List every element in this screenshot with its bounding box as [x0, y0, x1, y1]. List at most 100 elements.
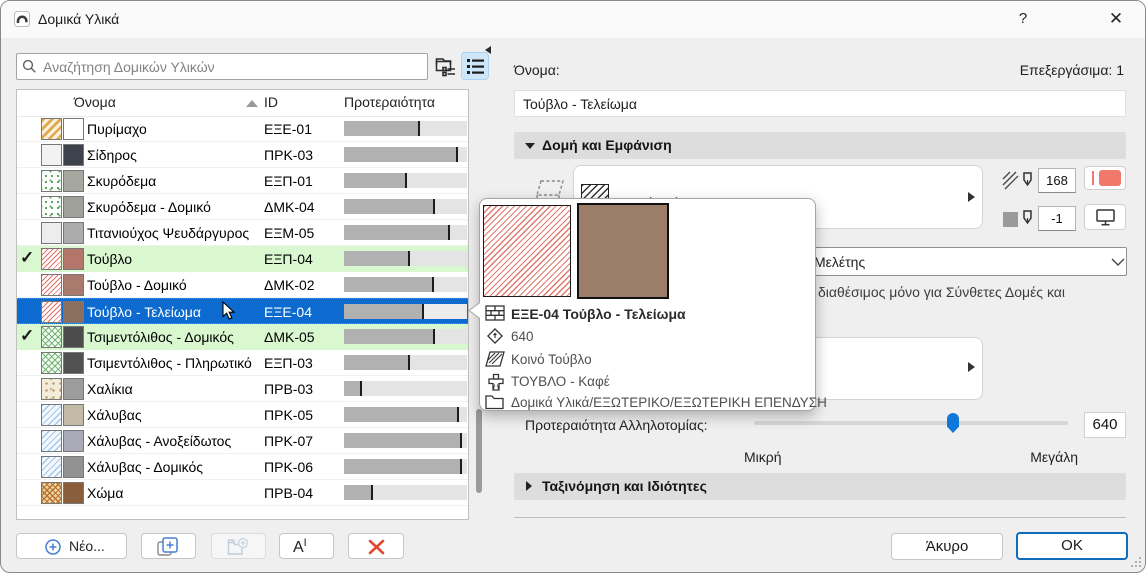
- surface-swatch: [63, 222, 84, 244]
- ok-button[interactable]: OK: [1016, 532, 1128, 560]
- surface-swatch: [63, 404, 84, 426]
- material-row[interactable]: ΣκυρόδεμαΕΞΠ-01: [17, 168, 468, 194]
- tooltip-priority: 640: [511, 329, 534, 344]
- priority-value-field[interactable]: 640: [1084, 412, 1126, 438]
- material-id: ΠΡΒ-04: [264, 485, 313, 501]
- name-label: Όνομα:: [514, 62, 560, 78]
- search-placeholder: Αναζήτηση Δομικών Υλικών: [43, 59, 215, 75]
- material-row[interactable]: ΣίδηροςΠΡΚ-03: [17, 142, 468, 168]
- section-classification-title: Ταξινόμηση και Ιδιότητες: [542, 478, 707, 494]
- section-structure-appearance[interactable]: Δομή και Εμφάνιση: [514, 132, 1126, 159]
- material-row[interactable]: Τιτανιούχος Ψευδάργυρος ΕΞΜ-05: [17, 220, 468, 246]
- material-id: ΕΞΜ-05: [264, 225, 314, 241]
- checkmark-icon: ✓: [20, 248, 38, 268]
- screen-only-button[interactable]: [1084, 204, 1126, 230]
- material-row[interactable]: Τσιμεντόλιθος - ΠληρωτικόΕΞΠ-03: [17, 350, 468, 376]
- material-name: Πυρίμαχο: [87, 121, 147, 137]
- surface-swatch: [63, 430, 84, 452]
- priority-bar: [344, 381, 467, 396]
- priority-slider-track[interactable]: [754, 421, 1068, 425]
- cut-fill-background-pen-icon: [1002, 209, 1036, 231]
- material-name: Τούβλο: [87, 251, 132, 267]
- rename-material-button[interactable]: AI: [279, 533, 334, 559]
- surface-swatch: [63, 482, 84, 504]
- surface-swatch: [63, 301, 84, 323]
- tooltip-surface-name: ΤΟΥΒΛΟ - Καφέ: [511, 374, 610, 389]
- material-name: Χάλυβας - Ανοξείδωτος: [87, 433, 231, 449]
- priority-bar: [344, 304, 467, 319]
- material-row[interactable]: ΧαλίκιαΠΡΒ-03: [17, 376, 468, 402]
- resize-grip[interactable]: [1129, 555, 1143, 569]
- delete-x-icon: [368, 539, 385, 555]
- material-id: ΠΡΚ-03: [264, 147, 313, 163]
- table-header[interactable]: Όνομα ID Προτεραιότητα: [17, 90, 468, 117]
- column-header-name[interactable]: Όνομα: [74, 94, 116, 110]
- material-row[interactable]: Τούβλο - Δομικό ΔΜΚ-02: [17, 272, 468, 298]
- help-button[interactable]: ?: [1005, 5, 1041, 33]
- material-id: ΠΡΒ-03: [264, 381, 313, 397]
- material-row[interactable]: Τούβλο - Τελείωμα ΕΞΕ-04: [17, 298, 468, 324]
- cut-fill-pen-value[interactable]: 168: [1038, 168, 1076, 193]
- material-tooltip: ΕΞΕ-04 Τούβλο - Τελείωμα 640 Κοινό Τούβλ…: [479, 198, 816, 411]
- material-name-input[interactable]: Τούβλο - Τελείωμα: [514, 90, 1126, 117]
- duplicate-material-button[interactable]: [141, 533, 196, 559]
- priority-bar: [344, 407, 467, 422]
- material-row[interactable]: ✓Τσιμεντόλιθος - ΔομικόςΔΜΚ-05: [17, 324, 468, 350]
- table-scrollbar-thumb[interactable]: [476, 409, 482, 493]
- new-material-button[interactable]: Νέο...: [16, 533, 127, 559]
- collapse-panel-arrow[interactable]: [485, 46, 491, 54]
- folder-plus-icon: [227, 537, 249, 557]
- fill-pattern-icon: [485, 351, 505, 367]
- new-material-label: Νέο...: [69, 538, 105, 554]
- priority-bar: [344, 329, 467, 344]
- material-name: Τούβλο - Δομικό: [87, 277, 187, 293]
- material-row[interactable]: Χάλυβας - ΔομικόςΠΡΚ-06: [17, 454, 468, 480]
- priority-bar: [344, 251, 467, 266]
- material-id: ΕΞΠ-01: [264, 173, 313, 189]
- fill-swatch: [41, 352, 62, 374]
- material-name: Τσιμεντόλιθος - Δομικός: [87, 329, 234, 345]
- pen-color-swatch: [1099, 170, 1121, 186]
- fill-swatch: [41, 170, 62, 192]
- cut-fill-background-pen-value[interactable]: -1: [1038, 206, 1076, 231]
- material-id: ΕΞΕ-04: [264, 304, 312, 320]
- editable-count-label: Επεξεργάσιμα: 1: [964, 62, 1124, 78]
- new-folder-button[interactable]: [211, 533, 266, 559]
- chevron-down-icon: [1111, 258, 1125, 266]
- fill-swatch: [41, 456, 62, 478]
- column-header-priority[interactable]: Προτεραιότητα: [344, 94, 435, 110]
- title-bar: Δομικά Υλικά ? ✕: [1, 1, 1145, 38]
- column-header-id[interactable]: ID: [264, 94, 278, 110]
- paintbrush-icon: [487, 373, 505, 392]
- fill-swatch: [41, 222, 62, 244]
- tree-view-button[interactable]: [432, 53, 459, 80]
- material-name: Τιτανιούχος Ψευδάργυρος: [87, 225, 249, 241]
- priority-bar: [344, 199, 467, 214]
- priority-slider-handle[interactable]: [947, 413, 959, 433]
- delete-material-button[interactable]: [348, 533, 404, 559]
- material-row[interactable]: ΧάλυβαςΠΡΚ-05: [17, 402, 468, 428]
- material-id: ΠΡΚ-06: [264, 459, 313, 475]
- material-name: Τσιμεντόλιθος - Πληρωτικό: [87, 355, 252, 371]
- cut-fill-pen-color-button[interactable]: [1084, 166, 1126, 190]
- section-expanded-icon: [525, 143, 535, 149]
- material-row[interactable]: ΠυρίμαχοΕΞΕ-01: [17, 116, 468, 142]
- material-row[interactable]: Σκυρόδεμα - ΔομικόΔΜΚ-04: [17, 194, 468, 220]
- sort-ascending-icon: [246, 100, 258, 107]
- section-structure-title: Δομή και Εμφάνιση: [542, 137, 672, 153]
- surface-swatch: [63, 144, 84, 166]
- priority-bar: [344, 277, 467, 292]
- intersection-priority-label: Προτεραιότητα Αλληλοτομίας:: [525, 417, 708, 433]
- material-row[interactable]: Χάλυβας - ΑνοξείδωτοςΠΡΚ-07: [17, 428, 468, 454]
- cancel-button[interactable]: Άκυρο: [891, 533, 1003, 560]
- material-name: Χώμα: [87, 485, 123, 501]
- list-view-button[interactable]: [461, 52, 489, 80]
- close-button[interactable]: ✕: [1098, 5, 1134, 33]
- section-classification-properties[interactable]: Ταξινόμηση και Ιδιότητες: [514, 473, 1126, 500]
- priority-bar: [344, 121, 467, 136]
- material-name: Τούβλο - Τελείωμα: [87, 304, 201, 320]
- tooltip-surface-swatch: [577, 203, 669, 299]
- material-row[interactable]: Χώμα ΠΡΒ-04: [17, 480, 468, 506]
- material-id: ΔΜΚ-02: [264, 277, 315, 293]
- material-row[interactable]: ✓ΤούβλοΕΞΠ-04: [17, 246, 468, 272]
